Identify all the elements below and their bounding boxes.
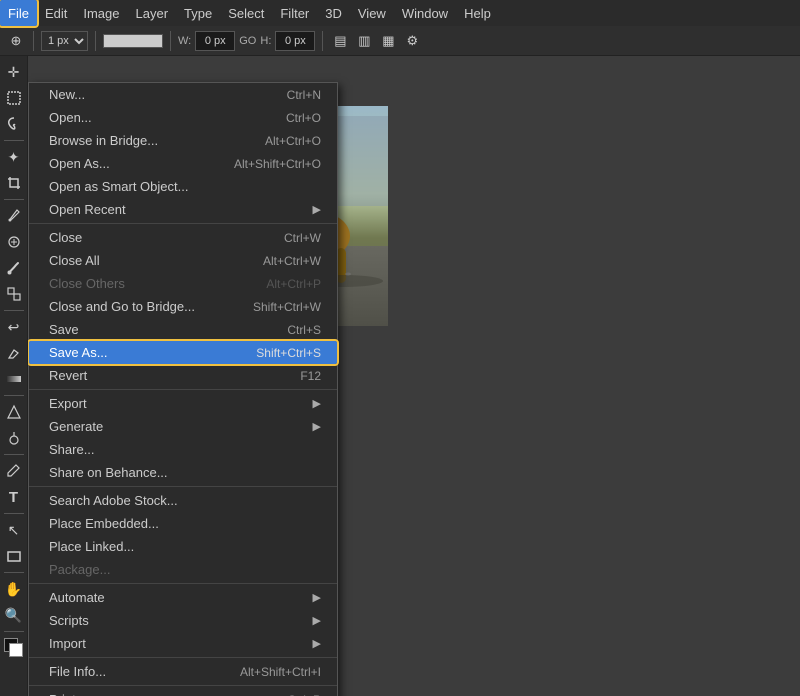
align-left-icon[interactable]: ▤: [330, 31, 350, 51]
menu-sep-6: [29, 685, 337, 686]
menu-3d[interactable]: 3D: [317, 0, 350, 26]
menu-item-file-info[interactable]: File Info... Alt+Shift+Ctrl+I: [29, 660, 337, 683]
menu-item-automate[interactable]: Automate ▶: [29, 586, 337, 609]
rectangular-marquee-icon[interactable]: [2, 86, 26, 110]
menu-item-close[interactable]: Close Ctrl+W: [29, 226, 337, 249]
menu-item-close-all[interactable]: Close All Alt+Ctrl+W: [29, 249, 337, 272]
menu-item-browse-bridge[interactable]: Browse in Bridge... Alt+Ctrl+O: [29, 129, 337, 152]
options-toolbar: ⊕ 1 px W: GO H: ▤ ▥ ▦ ⚙: [0, 26, 800, 56]
tool-sep-5: [4, 454, 24, 455]
menu-item-package: Package...: [29, 558, 337, 581]
left-toolbar: ✛ ✦ ↩: [0, 56, 28, 696]
menu-item-place-embedded[interactable]: Place Embedded...: [29, 512, 337, 535]
menu-help[interactable]: Help: [456, 0, 499, 26]
menu-item-new[interactable]: New... Ctrl+N: [29, 83, 337, 106]
menu-bar: File Edit Image Layer Type Select Filter…: [0, 0, 800, 26]
menu-item-share[interactable]: Share...: [29, 438, 337, 461]
gradient-icon[interactable]: [2, 367, 26, 391]
width-label: W:: [178, 35, 191, 47]
menu-filter[interactable]: Filter: [272, 0, 317, 26]
menu-window[interactable]: Window: [394, 0, 456, 26]
toolbar-brush-icon[interactable]: ⊕: [6, 31, 26, 51]
menu-sep-1: [29, 223, 337, 224]
brush-stroke-preview: [103, 34, 163, 48]
menu-select[interactable]: Select: [220, 0, 272, 26]
tool-sep-6: [4, 513, 24, 514]
move-tool-icon[interactable]: ✛: [2, 60, 26, 84]
menu-image[interactable]: Image: [75, 0, 127, 26]
shape-icon[interactable]: [2, 544, 26, 568]
menu-item-generate[interactable]: Generate ▶: [29, 415, 337, 438]
menu-item-open-smart-object[interactable]: Open as Smart Object...: [29, 175, 337, 198]
file-dropdown-menu: New... Ctrl+N Open... Ctrl+O Browse in B…: [28, 82, 338, 696]
align-center-icon[interactable]: ▥: [354, 31, 374, 51]
eraser-icon[interactable]: [2, 341, 26, 365]
toolbar-sep-3: [170, 31, 171, 51]
menu-sep-3: [29, 486, 337, 487]
menu-item-scripts[interactable]: Scripts ▶: [29, 609, 337, 632]
menu-item-open[interactable]: Open... Ctrl+O: [29, 106, 337, 129]
toolbar-sep-1: [33, 31, 34, 51]
pen-icon[interactable]: [2, 459, 26, 483]
menu-item-share-behance[interactable]: Share on Behance...: [29, 461, 337, 484]
eyedropper-icon[interactable]: [2, 204, 26, 228]
tool-sep-4: [4, 395, 24, 396]
height-label: H:: [260, 35, 271, 47]
menu-item-place-linked[interactable]: Place Linked...: [29, 535, 337, 558]
menu-item-export[interactable]: Export ▶: [29, 392, 337, 415]
dodge-icon[interactable]: [2, 426, 26, 450]
menu-item-open-as[interactable]: Open As... Alt+Shift+Ctrl+O: [29, 152, 337, 175]
menu-item-close-others: Close Others Alt+Ctrl+P: [29, 272, 337, 295]
lasso-icon[interactable]: [2, 112, 26, 136]
menu-item-import[interactable]: Import ▶: [29, 632, 337, 655]
zoom-tool-icon[interactable]: 🔍: [2, 603, 26, 627]
menu-sep-4: [29, 583, 337, 584]
tool-sep-7: [4, 572, 24, 573]
menu-edit[interactable]: Edit: [37, 0, 75, 26]
foreground-color-icon[interactable]: [2, 636, 26, 660]
width-input[interactable]: [195, 31, 235, 51]
menu-item-revert[interactable]: Revert F12: [29, 364, 337, 387]
path-select-icon[interactable]: ↖: [2, 518, 26, 542]
healing-brush-icon[interactable]: [2, 230, 26, 254]
tool-sep-2: [4, 199, 24, 200]
main-area: ✛ ✦ ↩: [0, 56, 800, 696]
tool-sep-3: [4, 310, 24, 311]
go-label: GO: [239, 35, 256, 47]
tool-sep-8: [4, 631, 24, 632]
canvas-area: New... Ctrl+N Open... Ctrl+O Browse in B…: [28, 56, 800, 696]
history-brush-icon[interactable]: ↩: [2, 315, 26, 339]
blur-icon[interactable]: [2, 400, 26, 424]
menu-sep-5: [29, 657, 337, 658]
clone-stamp-icon[interactable]: [2, 282, 26, 306]
brush-size-select[interactable]: 1 px: [41, 31, 88, 51]
toolbar-sep-4: [322, 31, 323, 51]
menu-sep-2: [29, 389, 337, 390]
hand-tool-icon[interactable]: ✋: [2, 577, 26, 601]
brush-tool-icon[interactable]: [2, 256, 26, 280]
menu-item-save[interactable]: Save Ctrl+S: [29, 318, 337, 341]
menu-item-search-stock[interactable]: Search Adobe Stock...: [29, 489, 337, 512]
menu-item-close-go-bridge[interactable]: Close and Go to Bridge... Shift+Ctrl+W: [29, 295, 337, 318]
menu-view[interactable]: View: [350, 0, 394, 26]
type-tool-icon[interactable]: T: [2, 485, 26, 509]
menu-item-open-recent[interactable]: Open Recent ▶: [29, 198, 337, 221]
height-input[interactable]: [275, 31, 315, 51]
menu-type[interactable]: Type: [176, 0, 220, 26]
toolbar-sep-2: [95, 31, 96, 51]
tool-sep-1: [4, 140, 24, 141]
magic-wand-icon[interactable]: ✦: [2, 145, 26, 169]
menu-layer[interactable]: Layer: [128, 0, 177, 26]
menu-file[interactable]: File: [0, 0, 37, 26]
align-right-icon[interactable]: ▦: [378, 31, 398, 51]
crop-icon[interactable]: [2, 171, 26, 195]
menu-item-save-as[interactable]: Save As... Shift+Ctrl+S: [29, 341, 337, 364]
menu-item-print[interactable]: Print... Ctrl+P: [29, 688, 337, 696]
settings-icon[interactable]: ⚙: [402, 31, 422, 51]
